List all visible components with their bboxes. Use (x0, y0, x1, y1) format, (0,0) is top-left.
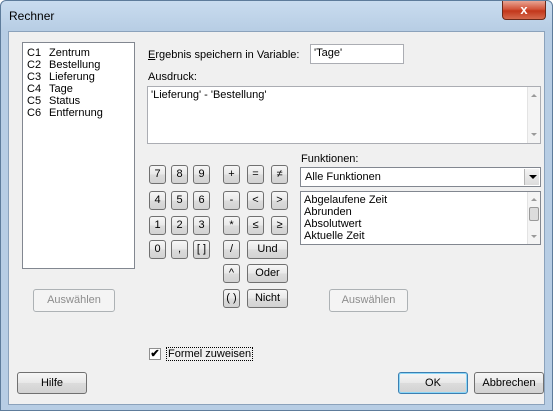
function-item[interactable]: Absolutwert (304, 218, 361, 230)
key-3[interactable]: 3 (193, 216, 210, 235)
key-equals[interactable]: = (247, 165, 264, 184)
function-item[interactable]: Abgelaufene Zeit (304, 194, 387, 206)
assign-formula-label[interactable]: Formel zuweisen (166, 347, 254, 361)
key-8[interactable]: 8 (171, 165, 188, 184)
functions-label: Funktionen: (301, 153, 359, 165)
select-variable-button[interactable]: Auswählen (33, 289, 115, 312)
scroll-down-icon[interactable] (531, 133, 537, 136)
store-result-label: Ergebnis speichern in Variable: (148, 49, 300, 61)
key-brackets[interactable]: [ ] (193, 240, 210, 259)
scroll-up-icon[interactable] (531, 94, 537, 97)
store-result-input[interactable]: 'Tage' (310, 44, 404, 64)
key-minus[interactable]: - (223, 191, 240, 210)
key-greater-equal[interactable]: ≥ (271, 216, 288, 235)
chevron-down-icon[interactable] (524, 169, 539, 185)
window-title: Rechner (9, 9, 55, 23)
variable-item-c3[interactable]: C3 Lieferung (27, 71, 95, 83)
key-not[interactable]: Nicht (247, 289, 288, 308)
key-0[interactable]: 0 (149, 240, 166, 259)
key-7[interactable]: 7 (149, 165, 166, 184)
key-9[interactable]: 9 (193, 165, 210, 184)
variable-list[interactable]: C1 Zentrum C2 Bestellung C3 Lieferung C4 Tag… (22, 42, 135, 269)
store-result-label-text: rgebnis speichern in Variable: (155, 49, 300, 61)
key-not-equal[interactable]: ≠ (271, 165, 288, 184)
expression-text: 'Lieferung' - 'Bestellung' (151, 89, 267, 101)
functions-category-value: Alle Funktionen (305, 171, 381, 183)
help-button[interactable]: Hilfe (17, 372, 87, 394)
function-item[interactable]: Aktuelle Zeit (304, 230, 365, 242)
key-greater-than[interactable]: > (271, 191, 288, 210)
key-6[interactable]: 6 (193, 191, 210, 210)
title-bar: Rechner x (1, 1, 552, 31)
key-less-than[interactable]: < (247, 191, 264, 210)
key-1[interactable]: 1 (149, 216, 166, 235)
key-divide[interactable]: / (223, 240, 240, 259)
close-button[interactable]: x (502, 1, 546, 20)
key-or[interactable]: Oder (247, 264, 288, 283)
expression-scrollbar[interactable] (527, 87, 540, 143)
key-plus[interactable]: + (223, 165, 240, 184)
expression-label: Ausdruck: (148, 71, 197, 83)
key-4[interactable]: 4 (149, 191, 166, 210)
dialog-body: C1 Zentrum C2 Bestellung C3 Lieferung C4 Tag… (8, 31, 545, 405)
key-2[interactable]: 2 (171, 216, 188, 235)
key-5[interactable]: 5 (171, 191, 188, 210)
scroll-up-icon[interactable] (531, 198, 537, 201)
ok-button[interactable]: OK (398, 372, 468, 394)
variable-item-c1[interactable]: C1 Zentrum (27, 47, 90, 59)
key-less-equal[interactable]: ≤ (247, 216, 264, 235)
key-and[interactable]: Und (247, 240, 288, 259)
functions-scrollbar[interactable] (527, 192, 540, 244)
key-power[interactable]: ^ (223, 264, 240, 283)
calculator-dialog: Rechner x C1 Zentrum C2 Bestellung C3 Liefe… (0, 0, 553, 411)
scroll-down-icon[interactable] (531, 235, 537, 238)
scroll-thumb[interactable] (529, 207, 539, 221)
select-function-button[interactable]: Auswählen (329, 289, 408, 312)
key-multiply[interactable]: * (223, 216, 240, 235)
assign-formula-checkbox[interactable]: ✔ (149, 348, 161, 360)
functions-category-dropdown[interactable]: Alle Funktionen (300, 167, 541, 187)
key-parentheses[interactable]: ( ) (223, 289, 240, 308)
variable-item-c2[interactable]: C2 Bestellung (27, 59, 100, 71)
key-comma[interactable]: , (171, 240, 188, 259)
function-item[interactable]: Abrunden (304, 206, 352, 218)
functions-list[interactable]: Abgelaufene Zeit Abrunden Absolutwert Ak… (300, 191, 541, 245)
variable-item-c4[interactable]: C4 Tage (27, 83, 73, 95)
variable-item-c6[interactable]: C6 Entfernung (27, 107, 103, 119)
variable-item-c5[interactable]: C5 Status (27, 95, 80, 107)
cancel-button[interactable]: Abbrechen (474, 372, 544, 394)
expression-input[interactable]: 'Lieferung' - 'Bestellung' (147, 86, 541, 144)
